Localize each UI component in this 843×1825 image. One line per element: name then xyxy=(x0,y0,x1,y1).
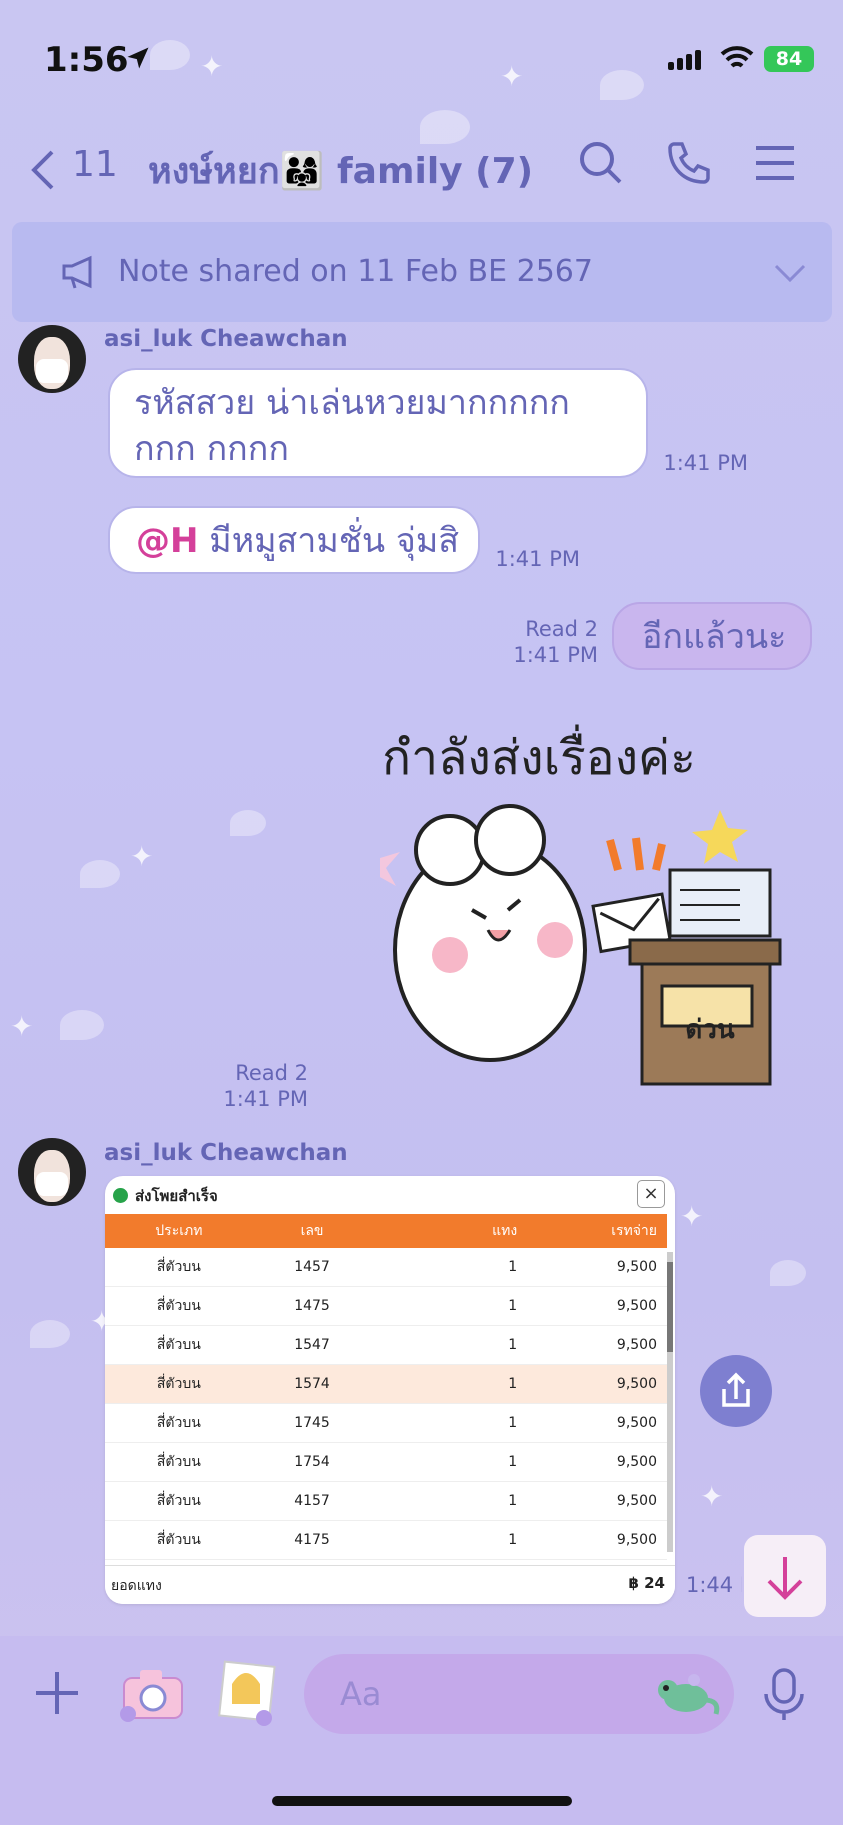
mention-tag[interactable]: @H xyxy=(136,521,198,561)
share-icon xyxy=(722,1372,750,1407)
search-icon[interactable] xyxy=(576,138,626,188)
sticker-label: ด่วน xyxy=(685,1015,735,1045)
table-row: สี่ตัวบน 4175 1 9,500 xyxy=(105,1520,667,1560)
table-row: สี่ตัวบน 1745 1 9,500 xyxy=(105,1403,667,1443)
message-time: 1:41 PM xyxy=(495,547,580,571)
megaphone-icon xyxy=(62,255,92,289)
sender-name: asi_luk Cheawchan xyxy=(104,326,348,352)
table-row: สี่ตัวบน 4157 1 9,500 xyxy=(105,1481,667,1521)
receipt-title: ส่งโพยสำเร็จ xyxy=(135,1187,218,1205)
message-text: รหัสสวย น่าเล่นหวยมากกกกกกกก กกกก xyxy=(134,383,570,469)
message-bubble-sent[interactable]: อีกแล้วนะ xyxy=(612,602,812,670)
battery-icon: 84 xyxy=(764,46,814,72)
table-scrollbar xyxy=(667,1252,673,1552)
chevron-left-icon xyxy=(31,150,54,190)
sticker-caption: กำลังส่งเรื่องค่ะ xyxy=(382,730,696,786)
column-header: เรทจ่าย xyxy=(518,1214,667,1248)
table-row: สี่ตัวบน 1547 1 9,500 xyxy=(105,1325,667,1365)
note-banner-text: Note shared on 11 Feb BE 2567 xyxy=(118,254,593,289)
column-header: ประเภท xyxy=(105,1214,253,1248)
bunny-sticker[interactable]: กำลังส่งเรื่องค่ะ ด่วน xyxy=(380,720,790,1110)
bet-table: ประเภท เลข แทง เรทจ่าย สี่ตัวบน 1457 1 9,50… xyxy=(105,1214,667,1560)
receipt-footer: ยอดแทง ฿ 24 xyxy=(105,1565,675,1604)
unread-count: 11 xyxy=(72,144,118,185)
chat-header: 11 หงษ์หยก👨‍👩‍👧 family (7) xyxy=(0,120,843,212)
phone-icon[interactable] xyxy=(664,138,714,188)
sticker-icon[interactable] xyxy=(654,1668,720,1720)
microphone-icon[interactable] xyxy=(762,1668,806,1722)
sender-name: asi_luk Cheawchan xyxy=(104,1140,348,1166)
column-header: เลข xyxy=(252,1214,372,1248)
table-row-highlighted: สี่ตัวบน 1574 1 9,500 xyxy=(105,1364,667,1404)
location-arrow-icon xyxy=(127,47,149,69)
read-receipt: Read 2 1:41 PM xyxy=(223,1061,308,1111)
message-text: มีหมูสามชั่น จุ่มสิ xyxy=(198,521,459,561)
home-indicator xyxy=(272,1796,572,1806)
message-bubble[interactable]: รหัสสวย น่าเล่นหวยมากกกกกกกก กกกก xyxy=(108,368,648,478)
message-input[interactable] xyxy=(338,1672,642,1716)
camera-icon[interactable] xyxy=(118,1664,188,1724)
bet-receipt-image[interactable]: ส่งโพยสำเร็จ × ประเภท เลข แทง เรทจ่าย สี… xyxy=(105,1176,675,1604)
total-value: ฿ 24 xyxy=(628,1574,665,1592)
check-circle-icon xyxy=(113,1188,128,1203)
status-time: 1:56 xyxy=(44,40,129,80)
table-row: สี่ตัวบน 1754 1 9,500 xyxy=(105,1442,667,1482)
chat-title[interactable]: หงษ์หยก👨‍👩‍👧 family (7) xyxy=(148,142,533,199)
receipt-header: ส่งโพยสำเร็จ × xyxy=(105,1176,675,1214)
table-row: สี่ตัวบน 1475 1 9,500 xyxy=(105,1286,667,1326)
close-icon: × xyxy=(637,1180,665,1208)
read-receipt: Read 2 1:41 PM xyxy=(513,617,598,667)
message-bubble[interactable]: @H มีหมูสามชั่น จุ่มสิ xyxy=(108,506,480,574)
message-time: 1:44 P xyxy=(686,1573,742,1597)
total-label: ยอดแทง xyxy=(111,1578,162,1594)
status-bar: 1:56 84 xyxy=(0,0,843,120)
message-text: อีกแล้วนะ xyxy=(642,617,787,657)
message-field[interactable] xyxy=(304,1654,734,1734)
plus-icon[interactable] xyxy=(32,1668,82,1718)
menu-icon[interactable] xyxy=(750,138,800,188)
avatar[interactable] xyxy=(18,325,86,393)
note-banner[interactable]: Note shared on 11 Feb BE 2567 xyxy=(12,222,832,322)
share-button[interactable] xyxy=(700,1355,772,1427)
cellular-signal-icon xyxy=(668,50,704,70)
chevron-down-icon[interactable] xyxy=(772,258,808,288)
column-header: แทง xyxy=(371,1214,519,1248)
bunny-illustration xyxy=(380,804,782,1086)
message-time: 1:41 PM xyxy=(663,451,748,475)
wifi-icon xyxy=(720,46,754,68)
avatar[interactable] xyxy=(18,1138,86,1206)
photo-gallery-icon[interactable] xyxy=(216,1660,276,1726)
arrow-down-icon xyxy=(767,1557,803,1600)
scroll-to-bottom-button[interactable] xyxy=(744,1535,826,1617)
table-row: สี่ตัวบน 1457 1 9,500 xyxy=(105,1248,667,1287)
back-button[interactable]: 11 xyxy=(30,142,118,192)
